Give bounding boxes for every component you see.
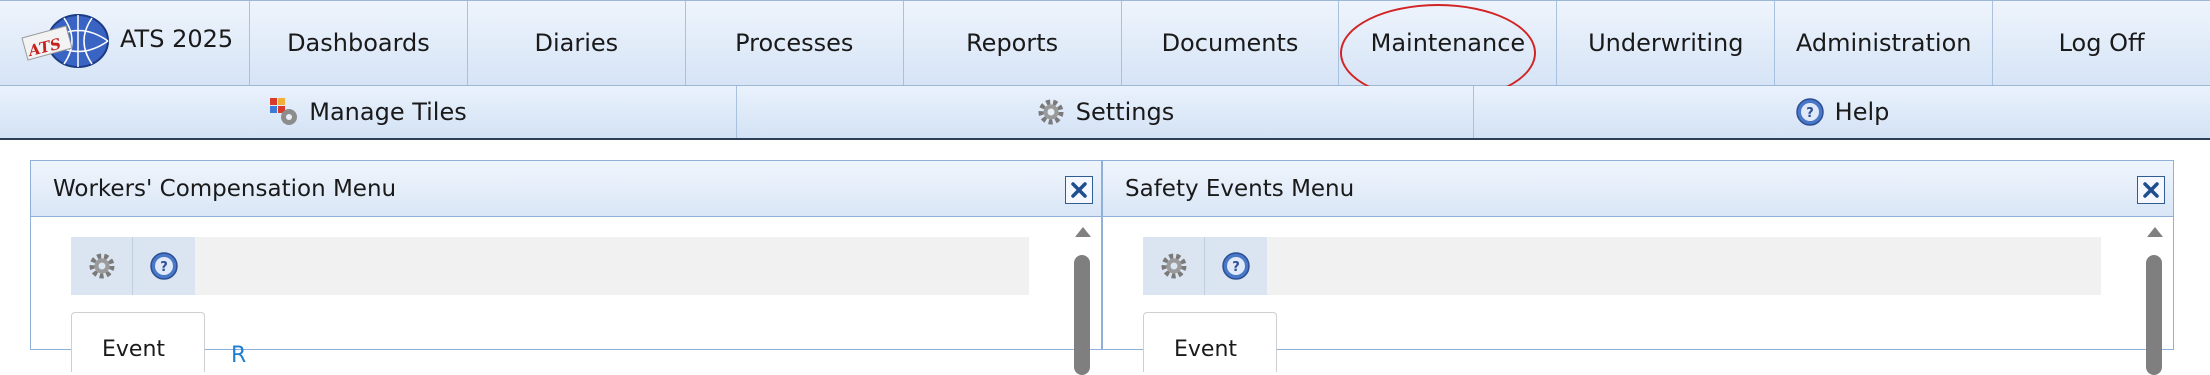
- nav-diaries[interactable]: Diaries: [468, 1, 686, 85]
- panel-header: Workers' Compensation Menu: [31, 161, 1101, 217]
- nav-documents[interactable]: Documents: [1122, 1, 1340, 85]
- settings-button[interactable]: Settings: [737, 86, 1474, 138]
- manage-tiles-label: Manage Tiles: [309, 98, 467, 126]
- gear-icon: [1161, 253, 1186, 279]
- scroll-up-arrow-icon[interactable]: [2147, 227, 2163, 237]
- nav-label: Reports: [966, 29, 1059, 57]
- nav-label: Underwriting: [1588, 29, 1744, 57]
- nav-label: Dashboards: [287, 29, 430, 57]
- tab-label: Event: [102, 337, 166, 362]
- gear-icon: [89, 253, 114, 279]
- scroll-thumb[interactable]: [2146, 255, 2162, 375]
- settings-label: Settings: [1075, 98, 1175, 126]
- ats-logo-icon: ATS: [21, 14, 109, 68]
- nav-label: Log Off: [2058, 29, 2145, 57]
- svg-text:?: ?: [1806, 106, 1814, 121]
- panel-settings-button[interactable]: [71, 237, 133, 295]
- nav-log-off[interactable]: Log Off: [1993, 1, 2210, 85]
- nav-dashboards[interactable]: Dashboards: [250, 1, 468, 85]
- vertical-scrollbar[interactable]: [2143, 217, 2165, 375]
- manage-tiles-icon: [269, 97, 299, 127]
- help-button[interactable]: ? Help: [1474, 86, 2210, 138]
- scroll-up-arrow-icon[interactable]: [1075, 227, 1091, 237]
- manage-tiles-button[interactable]: Manage Tiles: [0, 86, 737, 138]
- sub-navigation: Manage Tiles Settings ? Help: [0, 86, 2210, 140]
- svg-text:?: ?: [160, 260, 168, 275]
- nav-maintenance[interactable]: Maintenance: [1339, 1, 1558, 85]
- panel-title: Workers' Compensation Menu: [53, 175, 397, 202]
- brand[interactable]: ATS ATS 2025: [0, 1, 250, 85]
- nav-underwriting[interactable]: Underwriting: [1557, 1, 1776, 85]
- nav-label: Maintenance: [1370, 29, 1526, 57]
- help-icon: ?: [150, 252, 178, 280]
- workers-compensation-panel: Workers' Compensation Menu ? Event R: [30, 160, 1102, 375]
- close-icon: [1071, 182, 1087, 198]
- nav-processes[interactable]: Processes: [686, 1, 904, 85]
- close-panel-button[interactable]: [1065, 176, 1093, 204]
- panel-help-button[interactable]: ?: [1205, 237, 1267, 295]
- panel-toolbar: ?: [71, 237, 1029, 295]
- gear-icon: [1036, 97, 1066, 127]
- svg-text:?: ?: [1232, 260, 1240, 275]
- vertical-scrollbar[interactable]: [1071, 217, 1093, 375]
- panel-body: ? Event: [1103, 217, 2173, 375]
- nav-label: Diaries: [534, 29, 619, 57]
- tab-label: Event: [1174, 337, 1238, 362]
- close-icon: [2143, 182, 2159, 198]
- panel-header: Safety Events Menu: [1103, 161, 2173, 217]
- panel-help-button[interactable]: ?: [133, 237, 195, 295]
- brand-label: ATS 2025: [120, 25, 234, 53]
- nav-label: Documents: [1161, 29, 1299, 57]
- nav-label: Processes: [735, 29, 854, 57]
- tab-event[interactable]: Event: [1143, 312, 1277, 372]
- nav-label: Administration: [1795, 29, 1972, 57]
- nav-administration[interactable]: Administration: [1775, 1, 1994, 85]
- close-panel-button[interactable]: [2137, 176, 2165, 204]
- panel-body: ? Event R: [31, 217, 1101, 375]
- tab-event[interactable]: Event: [71, 312, 205, 372]
- panel-settings-button[interactable]: [1143, 237, 1205, 295]
- top-navigation: ATS ATS 2025 Dashboards Diaries Processe…: [0, 0, 2210, 86]
- help-icon: ?: [1795, 97, 1825, 127]
- scroll-thumb[interactable]: [1074, 255, 1090, 375]
- help-label: Help: [1834, 98, 1890, 126]
- nav-reports[interactable]: Reports: [904, 1, 1122, 85]
- panel-toolbar: ?: [1143, 237, 2101, 295]
- help-icon: ?: [1222, 252, 1250, 280]
- panel-link[interactable]: R: [231, 343, 246, 368]
- panel-title: Safety Events Menu: [1125, 175, 1355, 202]
- safety-events-panel: Safety Events Menu ? Event: [1102, 160, 2174, 375]
